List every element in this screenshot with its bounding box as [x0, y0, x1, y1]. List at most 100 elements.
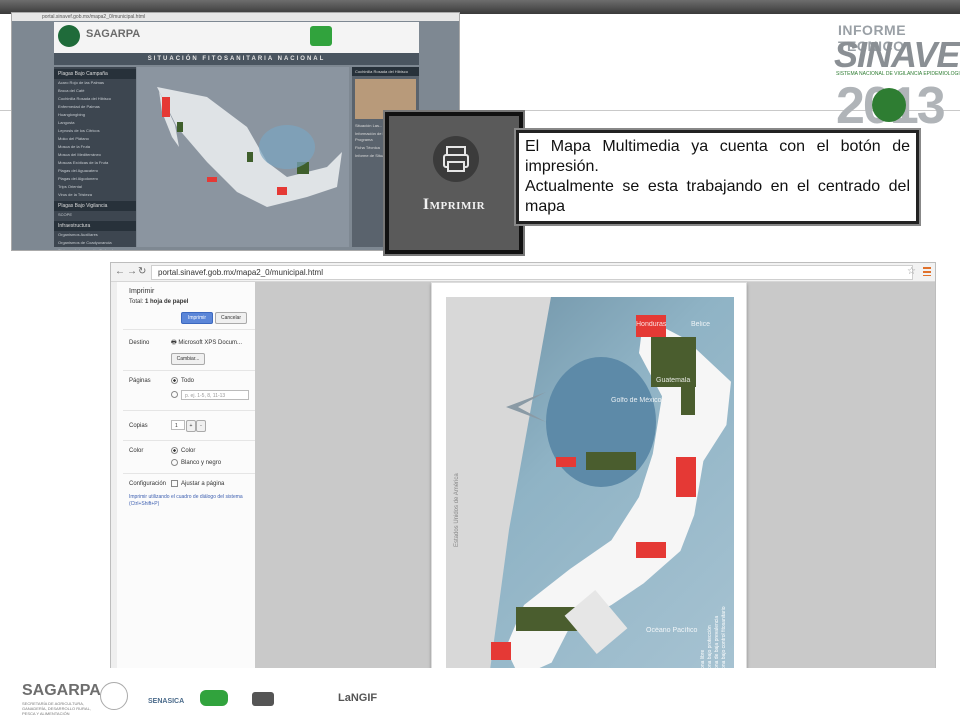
- destination-label: Destino: [129, 340, 150, 346]
- copies-label: Copias: [129, 423, 148, 429]
- sidebar-item[interactable]: Plagas del Algodonero: [54, 175, 136, 183]
- sidebar: Plagas Bajo Campaña Acaro Rojo de las Pa…: [54, 67, 136, 250]
- map-zone-patch: [636, 542, 666, 558]
- sidebar-item[interactable]: Organismos Auxiliares: [54, 231, 136, 239]
- print-preview-area: Belice Honduras Guatemala Golfo de Méxic…: [255, 282, 935, 696]
- sagarpa-footer-logo: SAGARPA: [22, 682, 101, 699]
- legend-item: Zona de baja prevalencia: [714, 615, 720, 672]
- radio-selected-icon[interactable]: [171, 447, 178, 454]
- printer-small-icon: 🖶: [171, 340, 177, 346]
- mexico-seal-icon: [100, 682, 128, 710]
- sidebar-item[interactable]: Leprosis de los Cítricos: [54, 127, 136, 135]
- sidebar-item[interactable]: Trips Oriental: [54, 183, 136, 191]
- print-preview-screenshot: ← → ↻ portal.sinavef.gob.mx/mapa2_0/muni…: [110, 262, 936, 698]
- separator: [123, 410, 255, 411]
- map-label-usa: Estados Unidos de América: [454, 473, 460, 547]
- callout-line-1: El Mapa Multimedia ya cuenta con el botó…: [525, 138, 910, 175]
- sidebar-item[interactable]: Sistema de Inspección Federal: [54, 247, 136, 250]
- green-logo-icon: [200, 690, 228, 706]
- separator: [123, 440, 255, 441]
- map-zone-patch: [556, 457, 576, 467]
- sidebar-item[interactable]: SCOPE: [54, 211, 136, 219]
- map-label-pacific: Océano Pacífico: [646, 627, 698, 634]
- pages-all-option[interactable]: Todo: [171, 377, 194, 384]
- address-bar[interactable]: portal.sinavef.gob.mx/mapa2_0/municipal.…: [151, 265, 913, 280]
- change-destination-button[interactable]: Cambiar...: [171, 353, 205, 365]
- sidebar-item[interactable]: Mosca de la Fruta: [54, 143, 136, 151]
- map-zone-patch: [586, 452, 636, 470]
- browser-address-bar[interactable]: portal.sinavef.gob.mx/mapa2_0/municipal.…: [12, 13, 459, 21]
- separator: [123, 370, 255, 371]
- sidebar-heading[interactable]: Plagas Bajo Campaña: [54, 69, 136, 79]
- legend-item: Zona bajo protección: [707, 625, 713, 672]
- frog-logo-icon: [872, 88, 906, 122]
- sidebar-item[interactable]: Huanglongbing: [54, 111, 136, 119]
- system-dialog-link[interactable]: Imprimir utilizando el cuadro de diálogo…: [129, 494, 249, 508]
- sidebar-item[interactable]: Mosca del Mediterráneo: [54, 151, 136, 159]
- checkbox-icon[interactable]: [171, 480, 178, 487]
- pages-label: Páginas: [129, 378, 151, 384]
- sidebar-heading[interactable]: Plagas Bajo Vigilancia: [54, 201, 136, 211]
- sidebar-item[interactable]: Acaro Rojo de las Palmas: [54, 79, 136, 87]
- mini-map-svg: [157, 87, 342, 207]
- config-label: Configuración: [129, 481, 167, 487]
- sinavef-brand: INFORME TECNICO SINAVEF SISTEMA NACIONAL…: [830, 18, 960, 135]
- copies-increment-button[interactable]: +: [186, 420, 196, 432]
- sidebar-item[interactable]: Broca del Café: [54, 87, 136, 95]
- map-sea: Belice Honduras Guatemala Golfo de Méxic…: [446, 297, 734, 685]
- compass-icon: [506, 392, 546, 427]
- browser-toolbar: ← → ↻ portal.sinavef.gob.mx/mapa2_0/muni…: [111, 263, 935, 282]
- destination-text: Microsoft XPS Docum...: [178, 340, 243, 346]
- sidebar-heading[interactable]: Infraestructura: [54, 221, 136, 231]
- sidebar-item[interactable]: Organismos de Coadyuvancia: [54, 239, 136, 247]
- pages-all-label: Todo: [181, 378, 195, 385]
- color-label: Color: [129, 448, 144, 454]
- bw-option-label: Blanco y negro: [181, 460, 222, 467]
- map-label-honduras: Honduras: [636, 321, 667, 328]
- color-option[interactable]: Color: [171, 447, 195, 454]
- bookmark-star-icon[interactable]: ☆: [907, 266, 916, 277]
- brand-sinavef: SINAVEF: [834, 34, 960, 75]
- senasica-badge-icon[interactable]: [310, 26, 332, 46]
- print-settings-panel: Imprimir Total: 1 hoja de papel Imprimir…: [117, 282, 256, 696]
- radio-icon[interactable]: [171, 391, 178, 398]
- legend-item: Zona bajo control fitosanitario: [721, 606, 727, 672]
- callout-note: El Mapa Multimedia ya cuenta con el botó…: [516, 130, 919, 224]
- fit-to-page-option[interactable]: Ajustar a página: [171, 480, 224, 487]
- copies-input[interactable]: 1: [171, 420, 185, 430]
- sidebar-item[interactable]: Moko del Plátano: [54, 135, 136, 143]
- total-pages: Total: 1 hoja de papel: [129, 299, 188, 305]
- sidebar-item[interactable]: Virus de la Tristeza: [54, 191, 136, 199]
- sagarpa-footer-sub: SECRETARÍA DE AGRICULTURA, GANADERÍA, DE…: [22, 701, 91, 716]
- back-icon[interactable]: ←: [115, 266, 125, 277]
- info-panel-title: Cochinilla Rosada del Hibisco: [352, 67, 419, 76]
- menu-icon[interactable]: [923, 267, 931, 276]
- pages-range-input[interactable]: p. ej. 1-5, 8, 11-13: [181, 390, 249, 400]
- langif-footer-logo: LaNGIF: [338, 692, 378, 704]
- mini-map[interactable]: [137, 67, 349, 247]
- pages-range-radio[interactable]: [171, 391, 181, 398]
- radio-icon[interactable]: [171, 459, 178, 466]
- sidebar-item[interactable]: Enfermedad de Palmas: [54, 103, 136, 111]
- url-text: portal.sinavef.gob.mx/mapa2_0/municipal.…: [42, 14, 146, 20]
- sidebar-item[interactable]: Langosta: [54, 119, 136, 127]
- separator: [123, 329, 255, 330]
- total-value: 1 hoja de papel: [145, 299, 189, 305]
- cancel-button[interactable]: Cancelar: [215, 312, 247, 324]
- forward-icon[interactable]: →: [127, 266, 137, 277]
- sidebar-item[interactable]: Moscas Exóticas de la Fruta: [54, 159, 136, 167]
- home-logo-icon[interactable]: [58, 25, 80, 47]
- print-button[interactable]: Imprimir: [385, 112, 523, 254]
- bw-option[interactable]: Blanco y negro: [171, 459, 221, 466]
- sidebar-item[interactable]: Plagas del Aguacatero: [54, 167, 136, 175]
- portal-header: SAGARPA: [54, 22, 419, 53]
- radio-selected-icon[interactable]: [171, 377, 178, 384]
- print-button-label: Imprimir: [422, 196, 486, 213]
- fit-option-label: Ajustar a página: [181, 481, 225, 488]
- copies-decrement-button[interactable]: -: [196, 420, 206, 432]
- institution-logo-icon: [252, 692, 274, 706]
- print-confirm-button[interactable]: Imprimir: [181, 312, 213, 324]
- banner-title: SITUACIÓN FITOSANITARIA NACIONAL: [54, 53, 419, 65]
- reload-icon[interactable]: ↻: [138, 266, 146, 277]
- sidebar-item[interactable]: Cochinilla Rosada del Hibisco: [54, 95, 136, 103]
